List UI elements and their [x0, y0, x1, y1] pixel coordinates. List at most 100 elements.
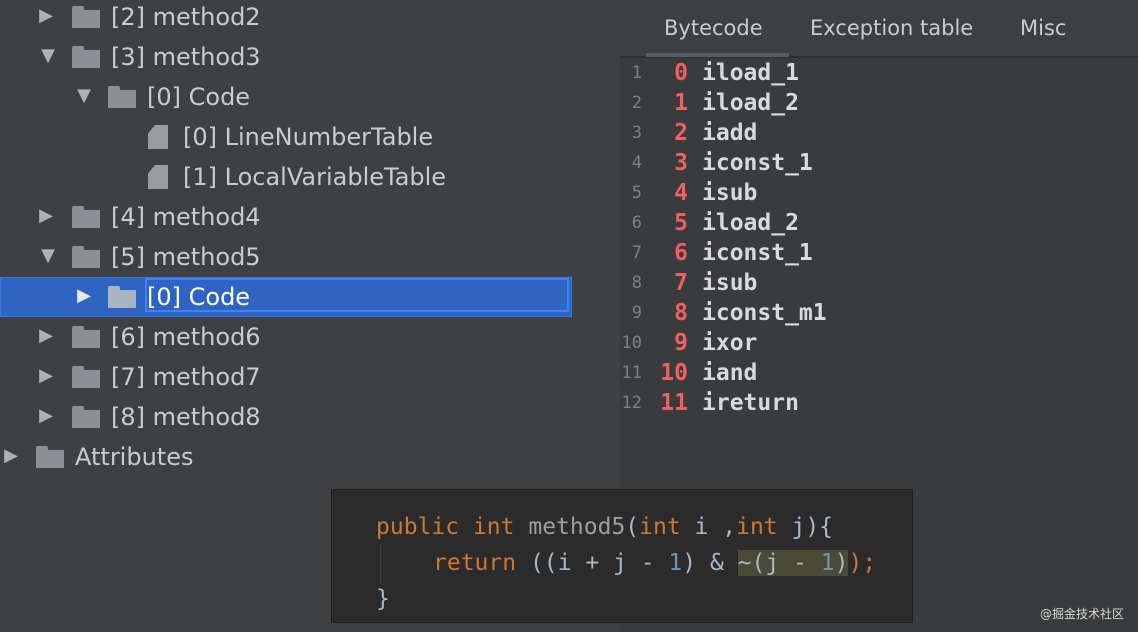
tree-node-label: [7] method7: [111, 363, 261, 391]
bytecode-instruction: iadd: [702, 120, 758, 146]
expand-arrow-icon[interactable]: ▶: [36, 397, 56, 437]
bytecode-row: 3 2 iadd: [620, 118, 1138, 148]
folder-icon: [108, 286, 136, 308]
expand-arrow-icon[interactable]: ▶: [36, 357, 56, 397]
bytecode-instruction: ixor: [702, 330, 758, 356]
bytecode-row: 6 5 iload_2: [620, 208, 1138, 238]
bytecode-instruction: iconst_1: [702, 240, 813, 266]
code-token: ~(j -: [737, 550, 821, 576]
tree-node-label: [1] LocalVariableTable: [183, 163, 447, 191]
code-token: ): [834, 550, 849, 576]
tree-node-label: [0] LineNumberTable: [183, 123, 434, 151]
bytecode-row: 2 1 iload_2: [620, 88, 1138, 118]
source-line-3: }: [376, 581, 390, 617]
bytecode-row: 5 4 isub: [620, 178, 1138, 208]
line-number: 6: [631, 213, 642, 233]
tree-node-label: Attributes: [75, 443, 194, 471]
source-line-2: return ((i + j - 1) & ~(j - 1));: [433, 545, 876, 581]
tree-node-method5-code-selected[interactable]: ▶ [0] Code: [0, 277, 620, 317]
line-number: 3: [631, 123, 642, 143]
bytecode-row: 10 9 ixor: [620, 328, 1138, 358]
bytecode-offset: 6: [674, 240, 688, 266]
tree-node-method7[interactable]: ▶ [7] method7: [0, 357, 620, 397]
code-token: }: [376, 586, 390, 612]
collapse-arrow-icon[interactable]: ▼: [38, 237, 58, 277]
keyword: int: [472, 514, 515, 540]
tree-node-label: [0] Code: [147, 283, 251, 311]
expand-arrow-icon[interactable]: ▶: [36, 317, 56, 357]
tree-node-label: [8] method8: [111, 403, 261, 431]
tab-misc[interactable]: Misc: [1020, 0, 1066, 56]
folder-icon: [72, 246, 100, 268]
collapse-arrow-icon[interactable]: ▼: [38, 37, 58, 77]
bytecode-row: 1 0 iload_1: [620, 58, 1138, 88]
bytecode-offset: 0: [674, 60, 688, 86]
bytecode-offset: 5: [674, 210, 688, 236]
collapse-arrow-icon[interactable]: ▼: [74, 77, 94, 117]
tree-node-attributes[interactable]: ▶ Attributes: [0, 437, 620, 477]
line-number: 11: [621, 363, 642, 383]
keyword: public: [376, 514, 460, 540]
bytecode-instruction: iconst_1: [702, 150, 813, 176]
line-number: 7: [631, 243, 642, 263]
tree-node-method3-code[interactable]: ▼ [0] Code: [0, 77, 620, 117]
folder-icon: [72, 6, 100, 28]
tree-node-label: [3] method3: [111, 43, 261, 71]
bytecode-offset: 7: [674, 270, 688, 296]
bytecode-offset: 11: [660, 390, 688, 416]
tree-node-localvariabletable[interactable]: [1] LocalVariableTable: [0, 157, 620, 197]
tab-bytecode[interactable]: Bytecode: [646, 0, 789, 57]
line-number: 4: [631, 153, 642, 173]
tab-exception-table[interactable]: Exception table: [810, 0, 973, 56]
folder-icon: [36, 446, 64, 468]
expand-arrow-icon[interactable]: ▶: [74, 277, 94, 317]
bytecode-offset: 10: [660, 360, 688, 386]
expand-arrow-icon[interactable]: ▶: [36, 197, 56, 237]
bytecode-instruction: iand: [702, 360, 758, 386]
tree-node-method8[interactable]: ▶ [8] method8: [0, 397, 620, 437]
folder-icon: [72, 206, 100, 228]
tree-node-method2[interactable]: ▶ [2] method2: [0, 0, 620, 37]
expand-arrow-icon[interactable]: ▶: [1, 437, 21, 477]
indent-guide: [380, 544, 381, 584]
expand-arrow-icon[interactable]: ▶: [36, 0, 56, 37]
tree-node-method5[interactable]: ▼ [5] method5: [0, 237, 620, 277]
method-name: method5: [528, 514, 626, 540]
line-number: 9: [631, 303, 642, 323]
code-token: i ,: [680, 514, 737, 540]
bytecode-offset: 1: [674, 90, 688, 116]
bytecode-offset: 3: [674, 150, 688, 176]
line-number: 8: [631, 273, 642, 293]
folder-icon: [72, 366, 100, 388]
line-number: 5: [631, 183, 642, 203]
bytecode-row: 9 8 iconst_m1: [620, 298, 1138, 328]
tab-bar: Bytecode Exception table Misc: [620, 0, 1138, 58]
code-token: ((i + j -: [516, 550, 669, 576]
line-number: 2: [631, 93, 642, 113]
tree-node-method6[interactable]: ▶ [6] method6: [0, 317, 620, 357]
tree-node-label: [5] method5: [111, 243, 261, 271]
bytecode-row: 12 11 ireturn: [620, 388, 1138, 418]
bytecode-instruction: isub: [702, 180, 758, 206]
code-token: j){: [777, 514, 834, 540]
tree-node-method3[interactable]: ▼ [3] method3: [0, 37, 620, 77]
bytecode-instruction: iconst_m1: [702, 300, 827, 326]
keyword: int: [639, 514, 681, 540]
bytecode-row: 8 7 isub: [620, 268, 1138, 298]
folder-icon: [72, 46, 100, 68]
tree-node-label: [6] method6: [111, 323, 261, 351]
number-literal: 1: [668, 550, 683, 576]
highlighted-expression: ~(j - 1): [737, 550, 849, 576]
tree-node-linenumbertable[interactable]: [0] LineNumberTable: [0, 117, 620, 157]
keyword: return: [433, 550, 517, 576]
code-token: (: [625, 514, 640, 540]
tree-node-method4[interactable]: ▶ [4] method4: [0, 197, 620, 237]
line-number: 12: [621, 393, 642, 413]
bytecode-instruction: ireturn: [702, 390, 799, 416]
line-number: 10: [621, 333, 642, 353]
keyword: int: [736, 514, 778, 540]
tree-node-label: [0] Code: [147, 83, 251, 111]
tree-node-label: [2] method2: [111, 3, 261, 31]
line-number: 1: [631, 63, 642, 83]
bytecode-row: 7 6 iconst_1: [620, 238, 1138, 268]
